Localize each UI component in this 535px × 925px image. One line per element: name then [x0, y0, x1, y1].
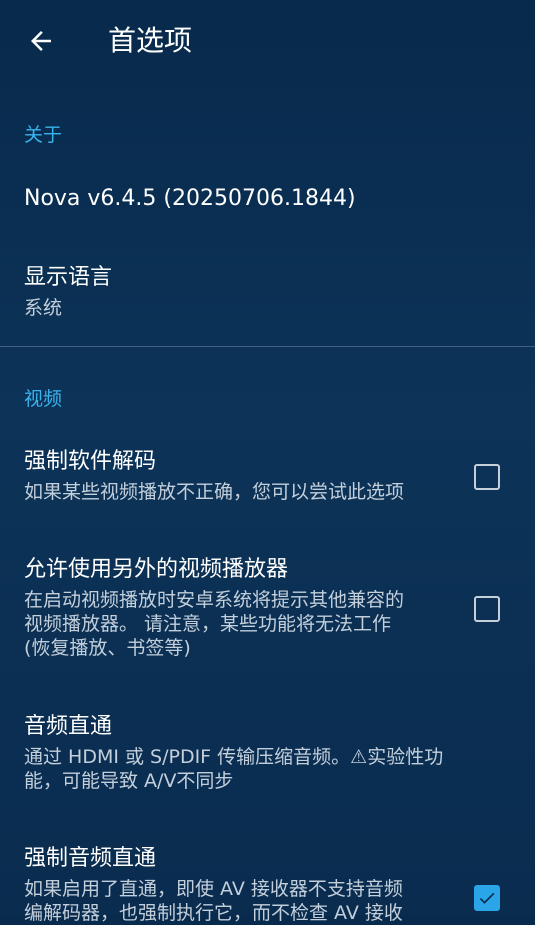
pref-audio-passthrough[interactable]: 音频直通 通过 HDMI 或 S/PDIF 传输压缩音频。⚠实验性功 能，可能导…	[0, 700, 535, 800]
pref-version[interactable]: Nova v6.4.5 (20250706.1844)	[0, 170, 535, 230]
summary-line: 视频播放器。 请注意，某些功能将无法工作	[24, 613, 392, 635]
summary-line: (恢复播放、书签等)	[24, 637, 191, 659]
pref-allow-other-player-summary: 在启动视频播放时安卓系统将提示其他兼容的 视频播放器。 请注意，某些功能将无法工…	[24, 588, 464, 660]
arrow-left-icon	[31, 31, 51, 51]
pref-display-language-title: 显示语言	[24, 265, 113, 290]
pref-display-language[interactable]: 显示语言 系统	[0, 250, 535, 335]
allow-other-player-checkbox[interactable]	[474, 596, 500, 622]
force-software-decoding-checkbox[interactable]	[474, 464, 500, 490]
pref-force-software-decoding-summary: 如果某些视频播放不正确，您可以尝试此选项	[24, 481, 405, 503]
pref-force-audio-passthrough[interactable]: 强制音频直通 如果启用了直通，即使 AV 接收器不支持音频 编解码器，也强制执行…	[0, 832, 535, 924]
pref-audio-passthrough-title: 音频直通	[24, 714, 113, 739]
page-title: 首选项	[108, 24, 193, 57]
pref-version-title: Nova v6.4.5 (20250706.1844)	[24, 186, 356, 211]
app-bar: 首选项	[0, 0, 535, 84]
section-header-about: 关于	[24, 124, 63, 146]
summary-line: 通过 HDMI 或 S/PDIF 传输压缩音频。⚠实验性功	[24, 746, 444, 768]
pref-force-audio-passthrough-summary: 如果启用了直通，即使 AV 接收器不支持音频 编解码器，也强制执行它，而不检查 …	[24, 877, 464, 925]
section-header-video: 视频	[24, 388, 63, 410]
pref-force-software-decoding[interactable]: 强制软件解码 如果某些视频播放不正确，您可以尝试此选项	[0, 435, 535, 520]
pref-allow-other-player[interactable]: 允许使用另外的视频播放器 在启动视频播放时安卓系统将提示其他兼容的 视频播放器。…	[0, 545, 535, 670]
force-audio-passthrough-checkbox[interactable]	[474, 885, 500, 911]
summary-line: 如果启用了直通，即使 AV 接收器不支持音频	[24, 878, 403, 900]
pref-force-software-decoding-title: 强制软件解码	[24, 449, 157, 474]
pref-audio-passthrough-summary: 通过 HDMI 或 S/PDIF 传输压缩音频。⚠实验性功 能，可能导致 A/V…	[24, 745, 464, 793]
back-button[interactable]	[18, 18, 64, 64]
check-icon	[479, 892, 495, 904]
pref-display-language-summary: 系统	[24, 297, 63, 319]
section-divider	[0, 346, 535, 347]
pref-force-audio-passthrough-title: 强制音频直通	[24, 846, 157, 871]
pref-allow-other-player-title: 允许使用另外的视频播放器	[24, 557, 289, 582]
summary-line: 在启动视频播放时安卓系统将提示其他兼容的	[24, 589, 405, 611]
summary-line: 编解码器，也强制执行它，而不检查 AV 接收	[24, 902, 403, 924]
summary-line: 能，可能导致 A/V不同步	[24, 770, 234, 792]
